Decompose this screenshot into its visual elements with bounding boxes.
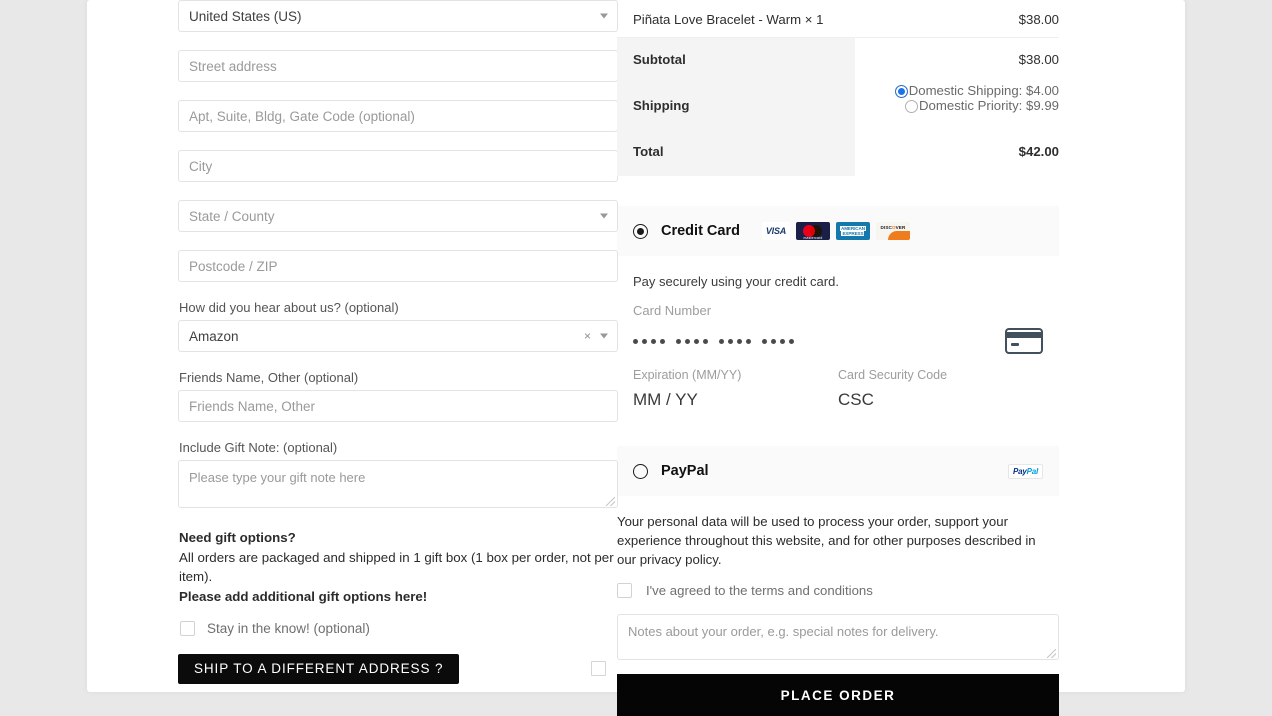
paypal-radio[interactable] bbox=[633, 463, 648, 479]
american-express-icon: AMERICAN EXPRESS bbox=[835, 222, 870, 240]
gift-note-placeholder: Please type your gift note here bbox=[189, 470, 366, 485]
subtotal-label: Subtotal bbox=[633, 52, 686, 67]
gift-note-label: Include Gift Note: (optional) bbox=[179, 440, 338, 455]
shipping-option-domestic[interactable]: Domestic Shipping: $4.00 bbox=[894, 83, 1059, 99]
total-row: Total $42.00 bbox=[617, 130, 1059, 176]
accepted-card-logos: VISA mastercard AMERICAN EXPRESS DISCOVER bbox=[761, 222, 910, 240]
friends-name-input[interactable]: Friends Name, Other bbox=[178, 390, 618, 422]
card-number-masked-value bbox=[633, 338, 794, 344]
terms-label: I've agreed to the terms and conditions bbox=[646, 583, 873, 599]
shipping-options: Domestic Shipping: $4.00 Domestic Priori… bbox=[894, 83, 1059, 114]
order-item-amount: $38.00 bbox=[1018, 12, 1059, 27]
ship-different-address-row: SHIP TO A DIFFERENT ADDRESS ? bbox=[178, 653, 618, 684]
credit-card-header[interactable]: Credit Card VISA mastercard AMERICAN EXPR… bbox=[617, 206, 1059, 256]
total-amount: $42.00 bbox=[1018, 144, 1059, 159]
total-label: Total bbox=[633, 144, 664, 159]
payment-method-credit-card: Credit Card VISA mastercard AMERICAN EXPR… bbox=[617, 206, 1059, 418]
discover-icon: DISCOVER bbox=[875, 222, 910, 240]
apt-suite-placeholder: Apt, Suite, Bldg, Gate Code (optional) bbox=[189, 108, 415, 124]
expiration-field[interactable]: Expiration (MM/YY) MM / YY bbox=[633, 368, 838, 410]
credit-card-body: Pay securely using your credit card. Car… bbox=[617, 256, 1059, 418]
newsletter-label: Stay in the know! (optional) bbox=[207, 620, 370, 636]
friends-name-placeholder: Friends Name, Other bbox=[189, 398, 316, 414]
credit-card-label: Credit Card bbox=[661, 223, 740, 239]
billing-form-column: United States (US) Street address Apt, S… bbox=[87, 0, 618, 692]
gift-options-line2: All orders are packaged and shipped in 1… bbox=[179, 549, 614, 585]
postcode-zip-placeholder: Postcode / ZIP bbox=[189, 258, 278, 274]
credit-card-icon bbox=[1005, 328, 1043, 354]
paypal-label: PayPal bbox=[661, 463, 709, 479]
hear-about-label: How did you hear about us? (optional) bbox=[179, 300, 399, 315]
apt-suite-input[interactable]: Apt, Suite, Bldg, Gate Code (optional) bbox=[178, 100, 618, 132]
place-order-button[interactable]: PLACE ORDER bbox=[617, 674, 1059, 716]
card-extra-fields: Expiration (MM/YY) MM / YY Card Security… bbox=[633, 368, 1043, 410]
terms-checkbox[interactable] bbox=[617, 583, 632, 599]
chevron-down-icon bbox=[600, 213, 608, 219]
mastercard-icon: mastercard bbox=[795, 222, 830, 240]
state-county-select[interactable]: State / County bbox=[178, 200, 618, 232]
shipping-row: Shipping Domestic Shipping: $4.00 Domest… bbox=[617, 83, 1059, 130]
shipping-option-priority-radio[interactable] bbox=[905, 99, 919, 113]
gift-options-note: Need gift options? All orders are packag… bbox=[179, 528, 617, 607]
ship-to-different-address-button[interactable]: SHIP TO A DIFFERENT ADDRESS ? bbox=[178, 653, 460, 684]
order-item-name: Piñata Love Bracelet - Warm × 1 bbox=[633, 12, 824, 27]
chevron-down-icon bbox=[600, 13, 608, 19]
subtotal-amount: $38.00 bbox=[1018, 52, 1059, 67]
order-review-column: Piñata Love Bracelet - Warm × 1 $38.00 S… bbox=[617, 0, 1185, 716]
clear-selection-icon[interactable]: × bbox=[584, 330, 591, 342]
friends-name-label: Friends Name, Other (optional) bbox=[179, 370, 359, 385]
city-input[interactable]: City bbox=[178, 150, 618, 182]
gift-options-heading: Need gift options? bbox=[179, 530, 296, 545]
hear-about-select[interactable]: Amazon × bbox=[178, 320, 618, 352]
order-totals: Subtotal $38.00 Shipping Domestic Shippi… bbox=[617, 38, 1059, 176]
paypal-icon: Pay Pal bbox=[1007, 463, 1043, 479]
newsletter-checkbox-row[interactable]: Stay in the know! (optional) bbox=[180, 620, 617, 636]
checkout-page: United States (US) Street address Apt, S… bbox=[0, 0, 1272, 716]
credit-card-radio[interactable] bbox=[633, 223, 648, 239]
privacy-policy-text: Your personal data will be used to proce… bbox=[617, 514, 1036, 568]
card-number-label: Card Number bbox=[633, 303, 712, 318]
street-address-input[interactable]: Street address bbox=[178, 50, 618, 82]
resize-handle-icon[interactable] bbox=[1047, 649, 1056, 659]
newsletter-checkbox[interactable] bbox=[180, 620, 195, 636]
shipping-option-domestic-label: Domestic Shipping: $4.00 bbox=[908, 83, 1059, 98]
visa-icon: VISA bbox=[761, 222, 790, 240]
credit-card-description: Pay securely using your credit card. bbox=[633, 274, 839, 289]
csc-placeholder: CSC bbox=[838, 390, 874, 409]
street-address-placeholder: Street address bbox=[189, 58, 277, 74]
payment-method-paypal: PayPal Pay Pal bbox=[617, 446, 1059, 496]
shipping-option-priority[interactable]: Domestic Priority: $9.99 bbox=[895, 97, 1059, 114]
ship-different-address-checkbox[interactable] bbox=[591, 661, 606, 677]
order-notes-placeholder: Notes about your order, e.g. special not… bbox=[628, 624, 939, 640]
expiration-placeholder: MM / YY bbox=[633, 390, 698, 409]
country-select[interactable]: United States (US) bbox=[178, 0, 618, 32]
shipping-option-priority-label: Domestic Priority: $9.99 bbox=[919, 97, 1059, 113]
shipping-option-domestic-radio[interactable] bbox=[894, 84, 908, 98]
city-placeholder: City bbox=[189, 158, 213, 174]
order-notes-textarea[interactable]: Notes about your order, e.g. special not… bbox=[617, 614, 1059, 661]
gift-options-line3: Please add additional gift options here! bbox=[179, 589, 428, 605]
csc-label: Card Security Code bbox=[838, 368, 948, 382]
chevron-down-icon bbox=[600, 333, 608, 339]
subtotal-row: Subtotal $38.00 bbox=[617, 38, 1059, 84]
state-county-placeholder: State / County bbox=[189, 208, 275, 224]
csc-field[interactable]: Card Security Code CSC bbox=[838, 368, 1043, 410]
hear-about-value: Amazon bbox=[189, 328, 239, 344]
checkout-content-card: United States (US) Street address Apt, S… bbox=[87, 0, 1185, 716]
postcode-zip-input[interactable]: Postcode / ZIP bbox=[178, 250, 618, 282]
resize-handle-icon[interactable] bbox=[606, 497, 615, 506]
terms-checkbox-row[interactable]: I've agreed to the terms and conditions bbox=[617, 583, 1179, 599]
paypal-header[interactable]: PayPal Pay Pal bbox=[617, 446, 1059, 496]
gift-note-textarea[interactable]: Please type your gift note here bbox=[178, 460, 618, 508]
shipping-label: Shipping bbox=[633, 98, 690, 113]
expiration-label: Expiration (MM/YY) bbox=[633, 368, 742, 382]
order-line-item: Piñata Love Bracelet - Warm × 1 $38.00 bbox=[617, 0, 1059, 38]
card-number-row[interactable] bbox=[633, 324, 1043, 358]
country-value: United States (US) bbox=[189, 8, 302, 24]
